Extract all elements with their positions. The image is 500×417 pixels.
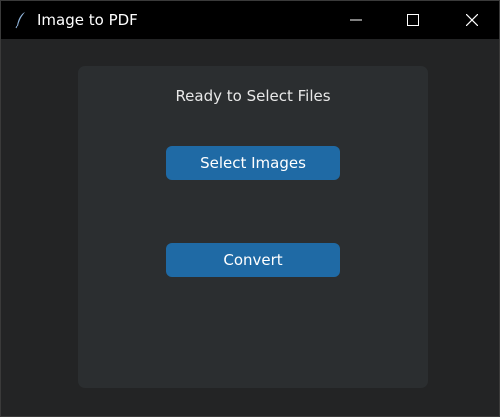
status-label: Ready to Select Files (175, 87, 331, 105)
title-bar[interactable]: Image to PDF (1, 1, 499, 39)
select-images-button[interactable]: Select Images (166, 146, 340, 180)
main-panel: Ready to Select Files Select Images Conv… (78, 66, 428, 388)
maximize-button[interactable] (390, 1, 436, 39)
close-button[interactable] (449, 1, 495, 39)
window-title: Image to PDF (37, 11, 138, 29)
convert-button[interactable]: Convert (166, 243, 340, 277)
app-window: Image to PDF Ready to Select Files Selec… (0, 0, 500, 417)
maximize-icon (407, 14, 419, 26)
feather-icon (15, 11, 27, 29)
minimize-icon (350, 19, 362, 21)
minimize-button[interactable] (333, 1, 379, 39)
close-icon (466, 14, 478, 26)
